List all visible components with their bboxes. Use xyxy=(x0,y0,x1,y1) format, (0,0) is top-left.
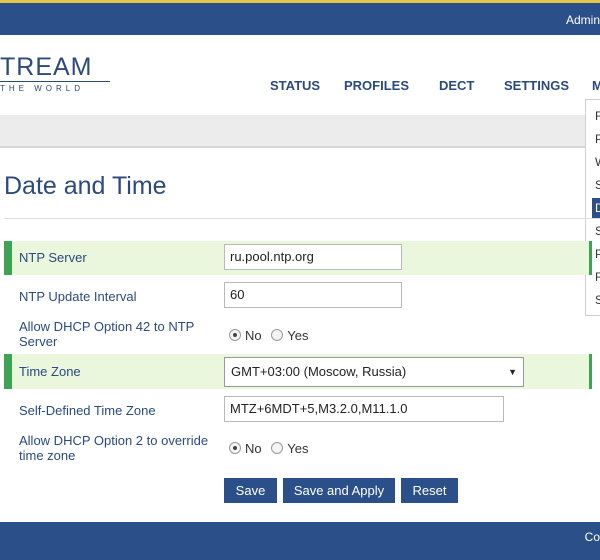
nav-more[interactable]: M xyxy=(592,78,600,93)
dhcp2-yes-label: Yes xyxy=(287,441,309,456)
top-bar: Admin xyxy=(0,0,600,35)
nav-dect[interactable]: DECT xyxy=(439,78,474,93)
dropdown-item[interactable]: F xyxy=(592,267,600,287)
dropdown-item[interactable]: W xyxy=(592,152,600,172)
title-divider xyxy=(4,218,600,219)
dhcp2-yes-radio[interactable] xyxy=(271,442,284,454)
ntp-server-label: NTP Server xyxy=(19,250,87,265)
page-title: Date and Time xyxy=(4,172,167,200)
footer-text: Co xyxy=(584,530,600,544)
dhcp42-radio-group: No Yes xyxy=(229,328,314,343)
ntp-interval-label: NTP Update Interval xyxy=(19,289,137,304)
footer: Co xyxy=(0,522,600,560)
dropdown-item[interactable]: F xyxy=(592,106,600,126)
dropdown-item[interactable]: P xyxy=(592,129,600,149)
self-tz-label: Self-Defined Time Zone xyxy=(19,403,156,418)
dhcp2-label: Allow DHCP Option 2 to override time zon… xyxy=(19,433,209,463)
chevron-down-icon: ▼ xyxy=(508,367,517,377)
dhcp42-yes-label: Yes xyxy=(287,328,309,343)
dhcp42-label: Allow DHCP Option 42 to NTP Server xyxy=(19,319,195,349)
self-tz-input[interactable]: MTZ+6MDT+5,M3.2.0,M11.1.0 xyxy=(224,396,504,422)
logo: TREAM THE WORLD xyxy=(0,53,110,93)
nav-status[interactable]: STATUS xyxy=(270,78,320,93)
admin-link[interactable]: Admin xyxy=(566,13,600,27)
save-and-apply-button[interactable]: Save and Apply xyxy=(283,478,395,503)
dropdown-item[interactable]: S xyxy=(592,221,600,241)
sub-nav-bar xyxy=(0,115,600,148)
dropdown-item[interactable]: S xyxy=(592,175,600,195)
dhcp2-no-radio[interactable] xyxy=(229,442,241,454)
dhcp42-yes-radio[interactable] xyxy=(271,329,284,341)
logo-text: TREAM xyxy=(0,53,93,81)
time-zone-value: GMT+03:00 (Moscow, Russia) xyxy=(231,364,407,379)
ntp-server-input[interactable]: ru.pool.ntp.org xyxy=(224,244,402,270)
time-zone-label: Time Zone xyxy=(19,364,81,379)
main-nav: STATUS PROFILES DECT SETTINGS M xyxy=(0,78,600,98)
save-button[interactable]: Save xyxy=(224,478,277,503)
ntp-interval-input[interactable]: 60 xyxy=(224,282,402,308)
dhcp2-radio-group: No Yes xyxy=(229,441,314,456)
nav-profiles[interactable]: PROFILES xyxy=(344,78,409,93)
dropdown-item[interactable]: S xyxy=(592,290,600,310)
dhcp42-no-radio[interactable] xyxy=(229,329,241,341)
nav-settings[interactable]: SETTINGS xyxy=(504,78,569,93)
time-zone-select[interactable]: GMT+03:00 (Moscow, Russia) ▼ xyxy=(224,357,524,387)
dropdown-item[interactable]: P xyxy=(592,244,600,264)
reset-button[interactable]: Reset xyxy=(401,478,458,503)
dhcp2-no-label: No xyxy=(245,441,262,456)
dropdown-item-selected[interactable]: D xyxy=(592,198,600,218)
dhcp42-no-label: No xyxy=(245,328,262,343)
